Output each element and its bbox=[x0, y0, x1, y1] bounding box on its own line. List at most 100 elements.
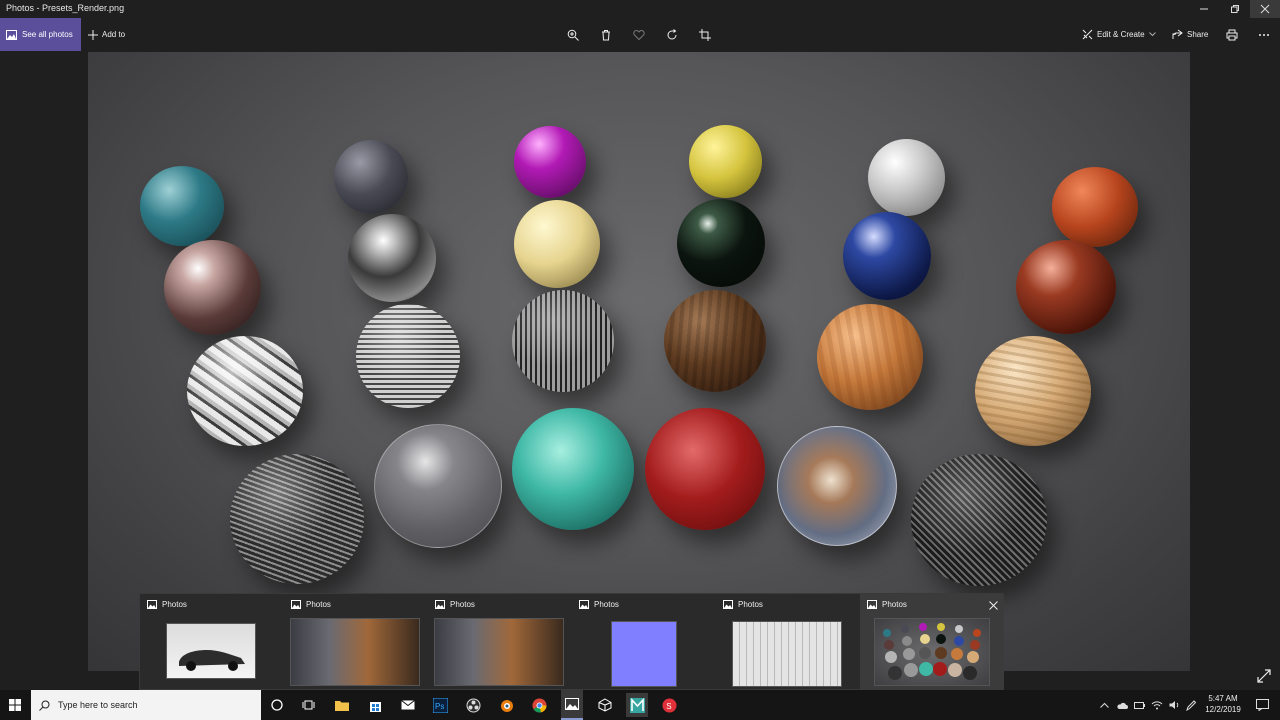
battery-icon[interactable] bbox=[1134, 701, 1145, 710]
spheres-render-thumbnail bbox=[874, 618, 990, 686]
trash-icon bbox=[602, 30, 610, 41]
sphere-orange bbox=[1052, 167, 1138, 247]
rotate-icon bbox=[667, 29, 677, 40]
search-placeholder: Type here to search bbox=[58, 700, 138, 710]
blender-icon bbox=[500, 699, 513, 712]
see-all-photos-button[interactable]: See all photos bbox=[0, 18, 81, 51]
plus-icon bbox=[88, 29, 98, 40]
favorite-button[interactable] bbox=[631, 27, 647, 43]
interior-render-thumbnail bbox=[434, 618, 564, 686]
cortana-icon bbox=[271, 699, 283, 711]
preview-window-5[interactable]: Photos bbox=[716, 594, 860, 691]
photo-viewer-image[interactable] bbox=[88, 52, 1190, 671]
photos-toolbar: See all photos Add to Edit & Create Shar… bbox=[0, 18, 1280, 52]
restore-button[interactable] bbox=[1219, 0, 1250, 18]
crop-button[interactable] bbox=[697, 27, 713, 43]
preview-title-1: Photos bbox=[147, 600, 187, 609]
zoom-button[interactable] bbox=[565, 27, 581, 43]
sphere-yellow bbox=[689, 125, 762, 198]
chevron-up-icon[interactable] bbox=[1100, 702, 1109, 708]
task-view-button[interactable] bbox=[298, 695, 318, 715]
photos-app-icon bbox=[579, 600, 589, 609]
preview-window-2[interactable]: Photos bbox=[284, 594, 428, 691]
clock-date: 12/2/2019 bbox=[1205, 705, 1241, 714]
edit-create-label: Edit & Create bbox=[1097, 30, 1145, 39]
photos-app-icon bbox=[723, 600, 733, 609]
photos-taskbar-button[interactable] bbox=[561, 690, 583, 720]
sphere-blue-metal bbox=[843, 212, 931, 300]
close-button[interactable] bbox=[1250, 0, 1280, 18]
pen-icon[interactable] bbox=[1186, 699, 1196, 711]
photos-app-icon bbox=[867, 600, 877, 609]
cortana-button[interactable] bbox=[267, 695, 287, 715]
sphere-red-glass bbox=[645, 408, 765, 530]
add-to-button[interactable]: Add to bbox=[88, 18, 125, 51]
volume-icon[interactable] bbox=[1169, 700, 1180, 710]
photos-app-icon bbox=[291, 600, 301, 609]
substance-button[interactable]: S bbox=[659, 695, 679, 715]
add-to-label: Add to bbox=[102, 30, 126, 39]
edit-create-button[interactable]: Edit & Create bbox=[1082, 18, 1156, 51]
share-button[interactable]: Share bbox=[1172, 18, 1208, 51]
preview-app-name: Photos bbox=[306, 600, 331, 609]
obs-button[interactable] bbox=[463, 695, 483, 715]
cloud-icon[interactable] bbox=[1117, 700, 1128, 710]
fullscreen-button[interactable] bbox=[1256, 668, 1272, 684]
unity-icon bbox=[598, 698, 612, 712]
more-icon bbox=[1259, 34, 1269, 36]
chrome-icon bbox=[532, 698, 547, 713]
mail-button[interactable] bbox=[398, 695, 418, 715]
blender-button[interactable] bbox=[496, 695, 516, 715]
sphere-dark-gray bbox=[334, 140, 408, 214]
wifi-icon[interactable] bbox=[1151, 700, 1163, 710]
sphere-dark-perforated bbox=[911, 454, 1047, 586]
task-view-icon bbox=[302, 700, 314, 710]
folder-icon bbox=[335, 701, 349, 711]
taskbar-preview-strip: Photos Photos Photos Photos Photos Photo… bbox=[139, 593, 1004, 691]
delete-button[interactable] bbox=[598, 27, 614, 43]
maya-button[interactable] bbox=[626, 693, 648, 717]
print-button[interactable] bbox=[1224, 27, 1240, 43]
edit-create-icon bbox=[1082, 29, 1093, 40]
store-icon bbox=[369, 701, 381, 712]
more-options-button[interactable] bbox=[1256, 27, 1272, 43]
rotate-button[interactable] bbox=[664, 27, 680, 43]
notification-icon bbox=[1255, 699, 1269, 711]
store-button[interactable] bbox=[365, 695, 385, 715]
preview-app-name: Photos bbox=[594, 600, 619, 609]
photoshop-button[interactable]: Ps bbox=[430, 695, 450, 715]
close-icon bbox=[988, 600, 998, 610]
sphere-perforated-dark bbox=[512, 290, 614, 392]
preview-window-6[interactable]: Photos bbox=[860, 594, 1004, 691]
chrome-button[interactable] bbox=[529, 695, 549, 715]
sphere-carbon-weave bbox=[230, 454, 364, 584]
preview-window-4[interactable]: Photos bbox=[572, 594, 716, 691]
preview-window-3[interactable]: Photos bbox=[428, 594, 572, 691]
sphere-red-metal bbox=[1016, 240, 1116, 334]
car-render-thumbnail bbox=[166, 623, 256, 679]
action-center-button[interactable] bbox=[1252, 695, 1272, 715]
preview-close-button[interactable] bbox=[986, 598, 1000, 612]
photos-app-icon bbox=[435, 600, 445, 609]
sphere-teal bbox=[140, 166, 224, 246]
sphere-black-glossy bbox=[677, 199, 765, 287]
normal-map-thumbnail bbox=[611, 621, 677, 687]
sphere-dark-wood bbox=[664, 290, 766, 392]
share-label: Share bbox=[1187, 30, 1209, 39]
taskbar-clock[interactable]: 5:47 AM 12/2/2019 bbox=[1200, 693, 1246, 715]
file-explorer-button[interactable] bbox=[332, 695, 352, 715]
sphere-copper-metal bbox=[164, 240, 261, 335]
sphere-clear-glass bbox=[374, 424, 502, 548]
svg-text:Ps: Ps bbox=[435, 702, 444, 711]
photos-app-icon bbox=[147, 600, 157, 609]
sphere-magenta bbox=[514, 126, 586, 198]
unity-button[interactable] bbox=[595, 695, 615, 715]
preview-app-name: Photos bbox=[450, 600, 475, 609]
zoom-icon bbox=[567, 29, 579, 41]
preview-title-4: Photos bbox=[579, 600, 619, 609]
minimize-button[interactable] bbox=[1188, 0, 1219, 18]
taskbar-search-box[interactable]: Type here to search bbox=[31, 690, 261, 720]
sphere-chrome bbox=[348, 214, 436, 302]
preview-window-1[interactable]: Photos bbox=[140, 594, 284, 691]
start-button[interactable] bbox=[5, 695, 25, 715]
